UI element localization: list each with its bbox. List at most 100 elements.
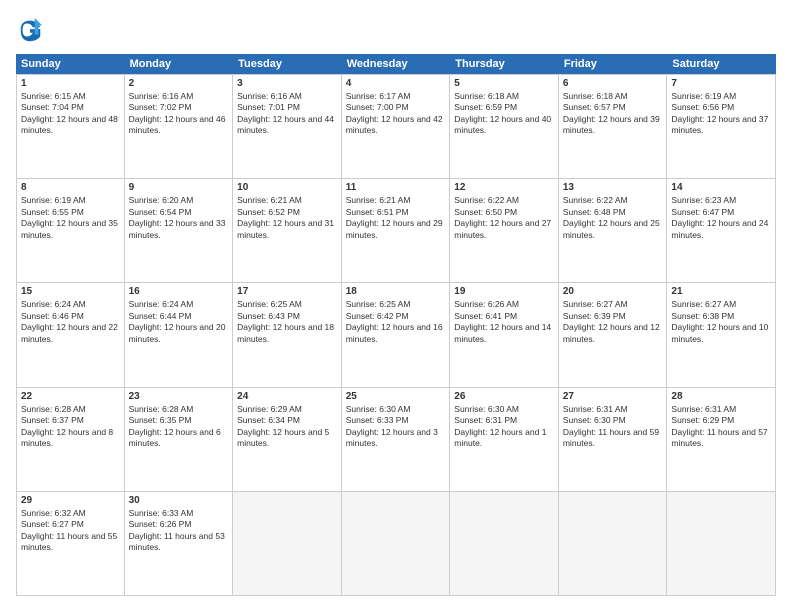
cal-header-monday: Monday [125, 54, 234, 74]
day-number: 16 [129, 286, 229, 297]
day-number: 24 [237, 391, 337, 402]
sunrise-line: Sunrise: 6:28 AM [21, 404, 120, 415]
sunset-line: Sunset: 6:52 PM [237, 207, 337, 218]
sunset-line: Sunset: 6:38 PM [671, 311, 771, 322]
sunrise-line: Sunrise: 6:28 AM [129, 404, 229, 415]
daylight-label: Daylight: 12 hours and 40 minutes. [454, 114, 554, 137]
cal-row-2: 15Sunrise: 6:24 AMSunset: 6:46 PMDayligh… [16, 283, 776, 387]
daylight-label: Daylight: 12 hours and 16 minutes. [346, 322, 446, 345]
day-number: 23 [129, 391, 229, 402]
daylight-label: Daylight: 12 hours and 33 minutes. [129, 218, 229, 241]
cal-row-1: 8Sunrise: 6:19 AMSunset: 6:55 PMDaylight… [16, 179, 776, 283]
daylight-label: Daylight: 12 hours and 31 minutes. [237, 218, 337, 241]
page: SundayMondayTuesdayWednesdayThursdayFrid… [0, 0, 792, 612]
cal-row-4: 29Sunrise: 6:32 AMSunset: 6:27 PMDayligh… [16, 492, 776, 596]
cal-header-tuesday: Tuesday [233, 54, 342, 74]
sunset-line: Sunset: 6:30 PM [563, 415, 663, 426]
sunrise-line: Sunrise: 6:18 AM [563, 91, 663, 102]
day-number: 7 [671, 78, 771, 89]
sunset-line: Sunset: 6:34 PM [237, 415, 337, 426]
day-number: 12 [454, 182, 554, 193]
day-number: 27 [563, 391, 663, 402]
sunset-line: Sunset: 6:51 PM [346, 207, 446, 218]
day-number: 17 [237, 286, 337, 297]
daylight-label: Daylight: 12 hours and 27 minutes. [454, 218, 554, 241]
cal-cell-5: 5Sunrise: 6:18 AMSunset: 6:59 PMDaylight… [450, 75, 559, 178]
cal-cell-9: 9Sunrise: 6:20 AMSunset: 6:54 PMDaylight… [125, 179, 234, 282]
daylight-label: Daylight: 12 hours and 6 minutes. [129, 427, 229, 450]
cal-cell-18: 18Sunrise: 6:25 AMSunset: 6:42 PMDayligh… [342, 283, 451, 386]
sunset-line: Sunset: 6:39 PM [563, 311, 663, 322]
day-number: 3 [237, 78, 337, 89]
cal-cell-3: 3Sunrise: 6:16 AMSunset: 7:01 PMDaylight… [233, 75, 342, 178]
cal-row-0: 1Sunrise: 6:15 AMSunset: 7:04 PMDaylight… [16, 74, 776, 179]
cal-cell-23: 23 Sunrise: 6:28 AMSunset: 6:35 PMDayligh… [125, 388, 234, 491]
sunrise-line: Sunrise: 6:25 AM [237, 299, 337, 310]
sunrise-line: Sunrise: 6:21 AM [346, 195, 446, 206]
day-number: 25 [346, 391, 446, 402]
cal-cell-empty-6 [667, 492, 776, 595]
daylight-label: Daylight: 12 hours and 46 minutes. [129, 114, 229, 137]
cal-cell-10: 10Sunrise: 6:21 AMSunset: 6:52 PMDayligh… [233, 179, 342, 282]
cal-header-friday: Friday [559, 54, 668, 74]
cal-cell-8: 8Sunrise: 6:19 AMSunset: 6:55 PMDaylight… [16, 179, 125, 282]
daylight-label: Daylight: 12 hours and 39 minutes. [563, 114, 663, 137]
daylight-label: Daylight: 12 hours and 14 minutes. [454, 322, 554, 345]
day-number: 11 [346, 182, 446, 193]
day-number: 9 [129, 182, 229, 193]
sunrise-line: Sunrise: 6:32 AM [21, 508, 120, 519]
day-number: 18 [346, 286, 446, 297]
cal-cell-30: 30Sunrise: 6:33 AMSunset: 6:26 PMDayligh… [125, 492, 234, 595]
calendar-header: SundayMondayTuesdayWednesdayThursdayFrid… [16, 54, 776, 74]
sunset-line: Sunset: 6:54 PM [129, 207, 229, 218]
day-number: 14 [671, 182, 771, 193]
cal-cell-empty-3 [342, 492, 451, 595]
sunset-line: Sunset: 7:00 PM [346, 102, 446, 113]
day-number: 20 [563, 286, 663, 297]
daylight-label: Daylight: 12 hours and 48 minutes. [21, 114, 120, 137]
sunset-line: Sunset: 6:42 PM [346, 311, 446, 322]
sunset-line: Sunset: 6:29 PM [671, 415, 771, 426]
daylight-label: Daylight: 12 hours and 10 minutes. [671, 322, 771, 345]
sunrise-line: Sunrise: 6:17 AM [346, 91, 446, 102]
cal-cell-16: 16Sunrise: 6:24 AMSunset: 6:44 PMDayligh… [125, 283, 234, 386]
day-number: 26 [454, 391, 554, 402]
cal-header-saturday: Saturday [667, 54, 776, 74]
sunset-line: Sunset: 6:27 PM [21, 519, 120, 530]
cal-cell-26: 26Sunrise: 6:30 AMSunset: 6:31 PMDayligh… [450, 388, 559, 491]
cal-cell-13: 13Sunrise: 6:22 AMSunset: 6:48 PMDayligh… [559, 179, 668, 282]
sunrise-line: Sunrise: 6:19 AM [21, 195, 120, 206]
daylight-label: Daylight: 11 hours and 59 minutes. [563, 427, 663, 450]
sunset-line: Sunset: 6:33 PM [346, 415, 446, 426]
sunset-line: Sunset: 6:44 PM [129, 311, 229, 322]
daylight-label: Daylight: 12 hours and 25 minutes. [563, 218, 663, 241]
sunrise-line: Sunrise: 6:22 AM [454, 195, 554, 206]
daylight-label: Daylight: 12 hours and 22 minutes. [21, 322, 120, 345]
daylight-label: Daylight: 11 hours and 55 minutes. [21, 531, 120, 554]
day-number: 10 [237, 182, 337, 193]
sunset-line: Sunset: 6:35 PM [129, 415, 229, 426]
cal-cell-2: 2Sunrise: 6:16 AMSunset: 7:02 PMDaylight… [125, 75, 234, 178]
day-number: 22 [21, 391, 120, 402]
sunset-line: Sunset: 6:59 PM [454, 102, 554, 113]
sunrise-line: Sunrise: 6:15 AM [21, 91, 120, 102]
sunrise-line: Sunrise: 6:29 AM [237, 404, 337, 415]
sunset-line: Sunset: 7:02 PM [129, 102, 229, 113]
calendar-body: 1Sunrise: 6:15 AMSunset: 7:04 PMDaylight… [16, 74, 776, 596]
daylight-label: Daylight: 12 hours and 5 minutes. [237, 427, 337, 450]
cal-row-3: 22Sunrise: 6:28 AMSunset: 6:37 PMDayligh… [16, 388, 776, 492]
daylight-label: Daylight: 11 hours and 57 minutes. [671, 427, 771, 450]
cal-cell-6: 6Sunrise: 6:18 AMSunset: 6:57 PMDaylight… [559, 75, 668, 178]
daylight-label: Daylight: 12 hours and 18 minutes. [237, 322, 337, 345]
calendar: SundayMondayTuesdayWednesdayThursdayFrid… [16, 54, 776, 596]
sunrise-line: Sunrise: 6:18 AM [454, 91, 554, 102]
sunset-line: Sunset: 6:46 PM [21, 311, 120, 322]
sunrise-line: Sunrise: 6:31 AM [671, 404, 771, 415]
cal-cell-24: 24 Sunrise: 6:29 AMSunset: 6:34 PMDayligh… [233, 388, 342, 491]
sunrise-line: Sunrise: 6:22 AM [563, 195, 663, 206]
sunset-line: Sunset: 7:04 PM [21, 102, 120, 113]
cal-cell-4: 4Sunrise: 6:17 AMSunset: 7:00 PMDaylight… [342, 75, 451, 178]
daylight-label: Daylight: 12 hours and 12 minutes. [563, 322, 663, 345]
daylight-label: Daylight: 12 hours and 35 minutes. [21, 218, 120, 241]
cal-cell-29: 29Sunrise: 6:32 AMSunset: 6:27 PMDayligh… [16, 492, 125, 595]
